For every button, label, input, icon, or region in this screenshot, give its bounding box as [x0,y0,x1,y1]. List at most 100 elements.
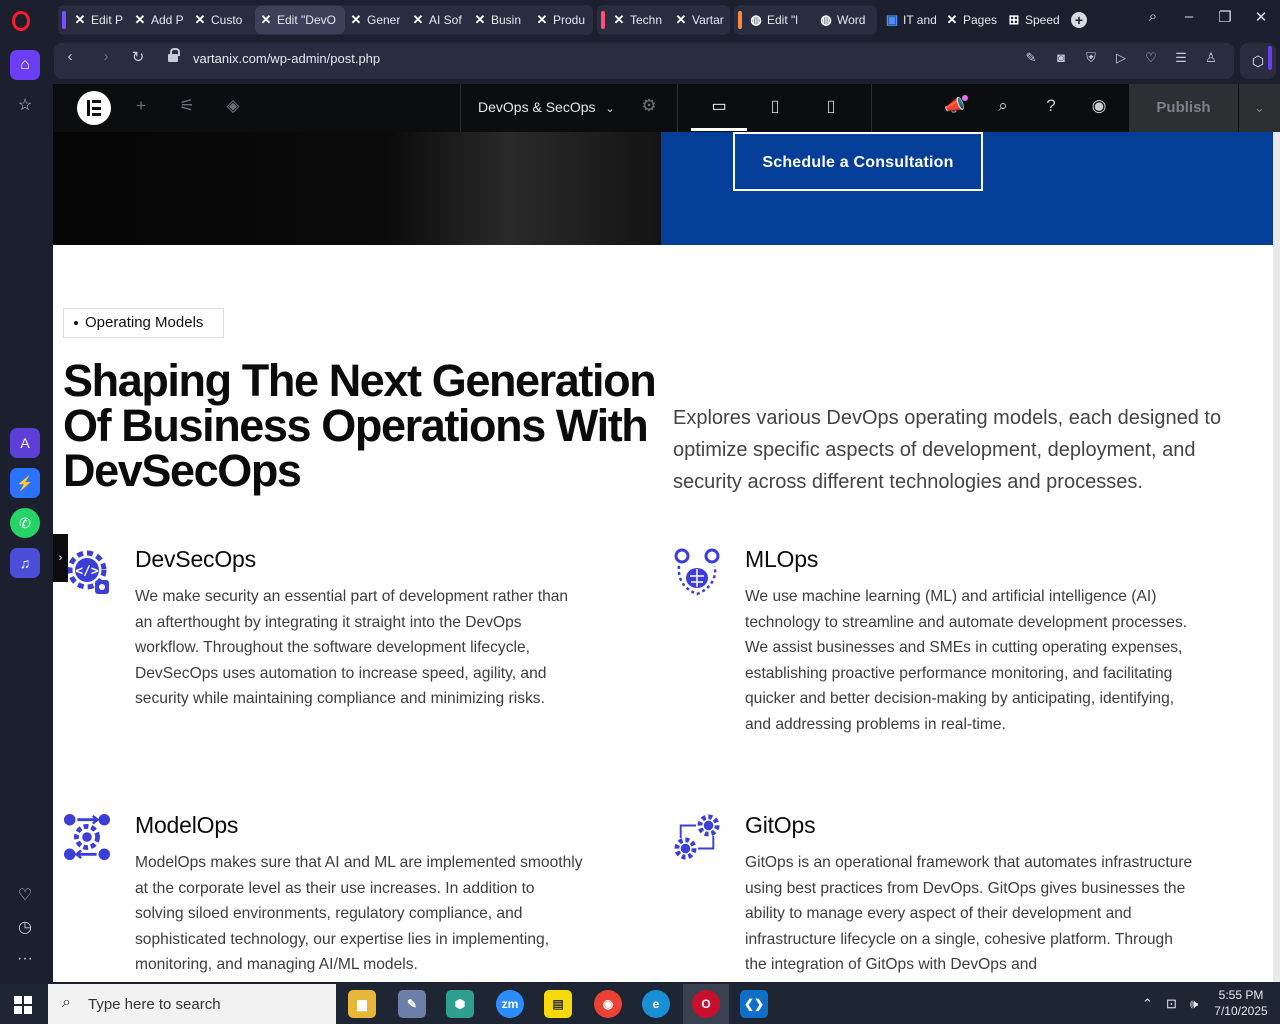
desktop-view-icon[interactable]: ▭ [704,96,734,116]
tab-5[interactable]: ✕ AI Sof [407,6,469,34]
feature-title: MLOps [745,546,819,572]
address-bar-row: ‹ › ↻ vartanix.com/wp-admin/post.php ✎ ◙… [50,40,1280,82]
heart-outline-icon[interactable]: ♡ [1142,50,1160,66]
tray-chevron-icon[interactable]: ⌃ [1142,996,1153,1012]
new-tab-button[interactable]: + [1071,12,1087,28]
feature-title: GitOps [745,812,816,838]
windows-taskbar: ⌕ Type here to search ▆ ✎ ⬢ zm ▤ ◉ e O ❮… [0,984,1280,1024]
x-logo-icon: ✕ [134,12,146,27]
canvas-scrollbar[interactable] [1273,132,1280,982]
tab-group-color-bar [738,11,742,29]
opera-sidebar: ⌂ ☆ A ⚡ ✆ ♫ ♡ ◷ ··· [0,40,50,984]
preview-eye-icon[interactable]: ◉ [1087,96,1111,116]
elementor-top-bar: + ⚟ ◈ DevOps & SecOps ⌄ ⚙ ▭ ▯ ▯ 📣 ⌕ ? ◉ … [53,84,1280,132]
tab-6[interactable]: ✕ Busin [469,6,531,34]
search-icon: ⌕ [62,994,71,1011]
svg-text:</>: </> [75,564,99,579]
forward-icon[interactable]: › [96,48,116,65]
opera-logo-icon[interactable] [12,11,30,31]
edge-icon[interactable]: e [642,990,670,1018]
whatsapp-icon[interactable]: ✆ [10,508,40,538]
system-clock[interactable]: 5:55 PM 7/10/2025 [1206,987,1276,1019]
tab-group-color-bar [601,11,605,29]
star-icon[interactable]: ☆ [10,90,40,120]
windows-start-icon[interactable] [14,996,32,1014]
tab-14[interactable]: ⊞ Speed [1003,6,1063,34]
feature-title: DevSecOps [135,546,256,572]
tab-13[interactable]: ✕ Pages [941,6,1003,34]
tab-10[interactable]: ◍ Edit "l [745,6,815,34]
feature-title: ModelOps [135,812,239,838]
heart-icon[interactable]: ♡ [10,880,40,910]
opera-taskbar-icon[interactable]: O [692,990,720,1018]
x-logo-icon: ✕ [350,12,362,27]
add-element-icon[interactable]: + [129,96,153,116]
url-text[interactable]: vartanix.com/wp-admin/post.php [193,51,380,66]
structure-layers-icon[interactable]: ◈ [221,96,245,116]
publish-button[interactable]: Publish [1129,84,1238,132]
elementor-logo-icon[interactable] [77,91,111,125]
bookmark-icon: ▣ [885,12,899,27]
page-selector[interactable]: DevOps & SecOps ⌄ [478,99,615,115]
history-icon[interactable]: ◷ [10,912,40,942]
x-logo-icon: ✕ [675,12,687,27]
chrome-icon[interactable]: ◉ [594,990,622,1018]
music-player-icon[interactable]: ♫ [10,548,40,578]
more-icon[interactable]: ··· [10,944,40,974]
code-gear-icon: </> [67,550,109,594]
x-logo-icon: ✕ [194,12,206,27]
close-window-button[interactable]: ✕ [1249,8,1273,26]
tab-1[interactable]: ✕ Add P [129,6,189,34]
tab-3-active[interactable]: ✕ Edit "DevO [255,6,345,34]
hero-image [53,132,661,245]
play-icon[interactable]: ▷ [1112,50,1130,66]
easy-setup-icon[interactable]: ☰ [1172,50,1190,66]
tablet-view-icon[interactable]: ▯ [760,96,790,116]
notification-dot [962,95,968,101]
x-logo-icon: ✕ [260,12,272,27]
zoom-icon[interactable]: zm [496,990,524,1018]
file-explorer-icon[interactable]: ▆ [348,990,376,1018]
shield-icon[interactable]: ⛨ [1082,50,1100,66]
camera-icon[interactable]: ◙ [1052,50,1070,65]
tab-group-color-bar [62,11,66,29]
page-settings-icon[interactable]: ⚙ [637,96,661,116]
mobile-view-icon[interactable]: ▯ [816,96,846,116]
panel-expand-chevron-icon[interactable]: › [53,534,68,582]
schedule-consultation-button[interactable]: Schedule a Consultation [733,132,983,191]
publish-options-chevron-icon[interactable]: ⌄ [1239,84,1280,132]
paint-icon[interactable]: ✎ [398,990,426,1018]
reload-icon[interactable]: ↻ [128,48,148,66]
taskbar-search[interactable]: ⌕ Type here to search [48,984,336,1024]
chevron-down-icon: ⌄ [605,103,615,115]
tab-11[interactable]: ◍ Word [815,6,877,34]
tab-4[interactable]: ✕ Gener [345,6,407,34]
tab-8[interactable]: ✕ Techn [608,6,670,34]
edit-icon[interactable]: ✎ [1022,50,1040,66]
feature-text: GitOps is an operational framework that … [745,854,1193,974]
tab-9[interactable]: ✕ Vartar [670,6,730,34]
messenger-icon[interactable]: ⚡ [10,468,40,498]
site-settings-icon[interactable]: ⚟ [175,96,199,116]
tab-7[interactable]: ✕ Produ [531,6,593,34]
tab-12[interactable]: ▣ IT and [881,6,941,34]
x-logo-icon: ✕ [613,12,625,27]
search-icon[interactable]: ⌕ [991,96,1015,116]
aria-app-icon[interactable]: A [10,428,40,458]
app-hex-icon[interactable]: ⬢ [446,990,474,1018]
network-icon[interactable]: ⊡ [1166,996,1177,1012]
brain-gears-icon [674,548,720,596]
active-device-indicator [691,128,747,131]
search-tabs-icon[interactable]: ⌕ [1141,8,1165,25]
profile-icon[interactable]: ♙ [1202,50,1220,66]
help-icon[interactable]: ? [1039,96,1063,116]
minimize-button[interactable]: – [1177,8,1201,25]
tab-0[interactable]: ✕ Edit P [69,6,129,34]
tab-2[interactable]: ✕ Custo [189,6,255,34]
maximize-button[interactable]: ❐ [1213,8,1237,26]
sticky-notes-icon[interactable]: ▤ [544,990,572,1018]
home-icon[interactable]: ⌂ [10,50,40,80]
vscode-icon[interactable]: ❮❯ [740,990,768,1018]
volume-icon[interactable]: 🕪 [1190,996,1198,1012]
back-icon[interactable]: ‹ [60,48,80,65]
